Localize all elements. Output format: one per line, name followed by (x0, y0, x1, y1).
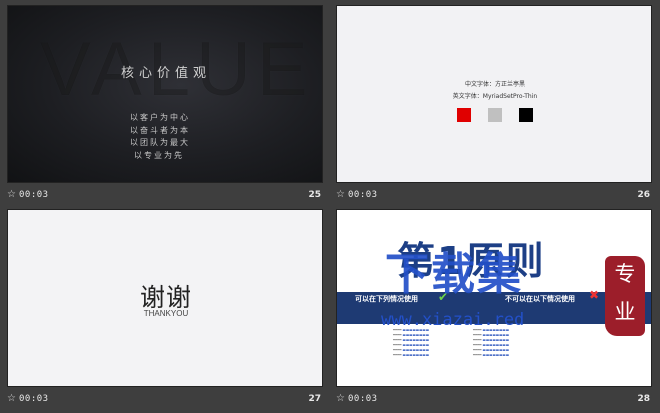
watermark-title: 下载集 (385, 249, 523, 300)
star-icon[interactable]: ☆ (336, 189, 345, 200)
slide-title: 核心价值观 (120, 66, 211, 81)
color-swatch-red (457, 108, 471, 122)
thanks-subtitle: THANKYOU (143, 309, 189, 318)
slide-thumbnail-27[interactable]: 谢谢 THANKYOU (7, 209, 323, 387)
value-line: 以客户为中心 (130, 113, 190, 122)
color-swatch-gray (488, 108, 502, 122)
seal-char: 专 (614, 262, 636, 286)
font-cn-label: 中文字体：方正兰亭黑 (464, 81, 525, 88)
watermark-url: www.xiazai.red (381, 310, 525, 330)
font-en-label: 英文字体：MyriadSetPro-Thin (452, 93, 538, 100)
seal-char: 业 (614, 300, 636, 324)
slide-thumbnail-26[interactable]: 中文字体：方正兰亭黑 英文字体：MyriadSetPro-Thin (336, 5, 652, 183)
slide-timing: 00:03 (348, 394, 378, 404)
slide-info-bar: ☆ 00:03 25 (7, 186, 323, 204)
value-line: 以奋斗者为本 (130, 125, 190, 135)
slide-timing: 00:03 (348, 190, 378, 200)
slide-slot-26[interactable]: 中文字体：方正兰亭黑 英文字体：MyriadSetPro-Thin ☆ 00:0… (336, 5, 652, 204)
slide-thumbnail-28[interactable]: 第1原则 可以在下列情况使用 ✔ 不可以在以下情况使用 ✖ ━━━━ ▬▬▬▬▬… (336, 209, 652, 387)
color-swatch-black (519, 108, 533, 122)
value-line: 以团队为最大 (130, 138, 190, 147)
star-icon[interactable]: ☆ (7, 393, 16, 404)
slide-info-bar: ☆ 00:03 28 (336, 390, 652, 408)
slide-info-bar: ☆ 00:03 27 (7, 390, 323, 408)
slide-thumbnail-25[interactable]: VALUE 核心价值观 以客户为中心 以奋斗者为本 以团队为最大 以专业为先 (7, 5, 323, 183)
not-allowed-list: ━━━━ ▬▬▬▬▬▬▬▬ ━━━━ ▬▬▬▬▬▬▬▬ ━━━━ ▬▬▬▬▬▬▬… (473, 328, 510, 357)
slide-slot-28[interactable]: 第1原则 可以在下列情况使用 ✔ 不可以在以下情况使用 ✖ ━━━━ ▬▬▬▬▬… (336, 209, 652, 408)
slide-number: 25 (308, 190, 321, 200)
slide-timing: 00:03 (19, 190, 49, 200)
value-line: 以专业为先 (134, 150, 184, 160)
slide-timing: 00:03 (19, 394, 49, 404)
slide-slot-27[interactable]: 谢谢 THANKYOU ☆ 00:03 27 (7, 209, 323, 408)
slide-number: 26 (637, 190, 650, 200)
slide-number: 28 (637, 394, 650, 404)
slide-number: 27 (308, 394, 321, 404)
value-lines: 以客户为中心 以奋斗者为本 以团队为最大 以专业为先 (130, 112, 190, 162)
allowed-list: ━━━━ ▬▬▬▬▬▬▬▬ ━━━━ ▬▬▬▬▬▬▬▬ ━━━━ ▬▬▬▬▬▬▬… (393, 328, 430, 357)
star-icon[interactable]: ☆ (7, 189, 16, 200)
cross-icon: ✖ (589, 288, 600, 302)
slide-info-bar: ☆ 00:03 26 (336, 186, 652, 204)
star-icon[interactable]: ☆ (336, 393, 345, 404)
slide-slot-25[interactable]: VALUE 核心价值观 以客户为中心 以奋斗者为本 以团队为最大 以专业为先 ☆… (7, 5, 323, 204)
watermark-seal: 专 业 (605, 256, 645, 336)
